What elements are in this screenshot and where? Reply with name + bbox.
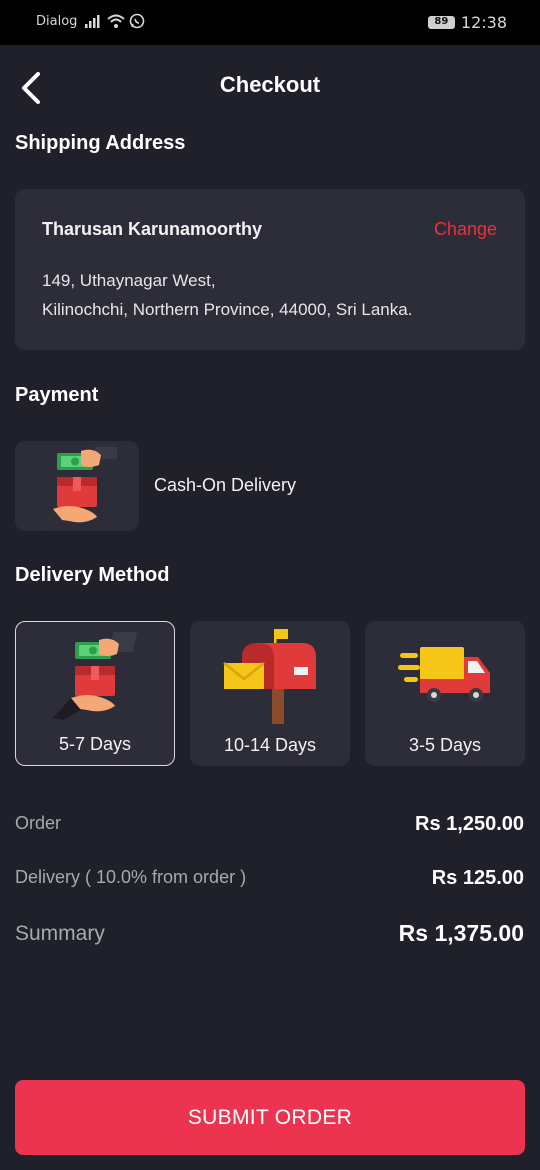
delivery-fee-value: Rs 125.00 <box>431 867 524 889</box>
payment-section-title: Payment <box>15 384 99 406</box>
delivery-section-title: Delivery Method <box>15 564 170 586</box>
mailbox-icon <box>223 629 316 724</box>
delivery-option-3-5-days[interactable]: 3-5 Days <box>365 621 525 766</box>
delivery-option-label: 5-7 Days <box>58 734 132 754</box>
carrier-name: Dialog <box>36 14 78 29</box>
recipient-name: Tharusan Karunamoorthy <box>42 219 263 239</box>
payment-method-tile[interactable] <box>15 441 139 531</box>
payment-method-label: Cash-On Delivery <box>154 475 297 495</box>
summary-value: Rs 1,375.00 <box>398 920 524 946</box>
cash-delivery-icon <box>53 632 137 720</box>
delivery-option-10-14-days[interactable]: 10-14 Days <box>190 621 350 766</box>
battery-icon: 89 <box>427 16 455 29</box>
cash-delivery-icon <box>35 443 119 531</box>
signal-icon <box>85 15 100 28</box>
whatsapp-icon <box>129 13 145 29</box>
summary-label: Summary <box>15 922 105 945</box>
page-title: Checkout <box>219 72 321 97</box>
submit-order-button[interactable]: SUBMIT ORDER <box>15 1080 525 1155</box>
delivery-option-label: 3-5 Days <box>408 735 482 755</box>
change-address-link[interactable]: Change <box>434 219 497 240</box>
order-label: Order <box>15 813 62 833</box>
delivery-option-label: 10-14 Days <box>223 735 317 755</box>
address-card: Tharusan Karunamoorthy Change 149, Uthay… <box>15 189 525 350</box>
clock: 12:38 <box>460 13 507 32</box>
status-icons <box>85 13 145 29</box>
status-right: 89 12:38 <box>427 13 507 32</box>
delivery-option-5-7-days[interactable]: 5-7 Days <box>15 621 175 766</box>
address-line-1: 149, Uthaynagar West, <box>42 271 216 290</box>
wifi-icon <box>107 14 125 28</box>
delivery-truck-icon <box>398 647 490 702</box>
shipping-section-title: Shipping Address <box>15 132 186 154</box>
order-value: Rs 1,250.00 <box>415 813 524 835</box>
address-line-2: Kilinochchi, Northern Province, 44000, S… <box>42 300 413 319</box>
delivery-fee-label: Delivery ( 10.0% from order ) <box>15 867 247 887</box>
status-bar: Dialog 89 12:38 <box>0 0 540 45</box>
